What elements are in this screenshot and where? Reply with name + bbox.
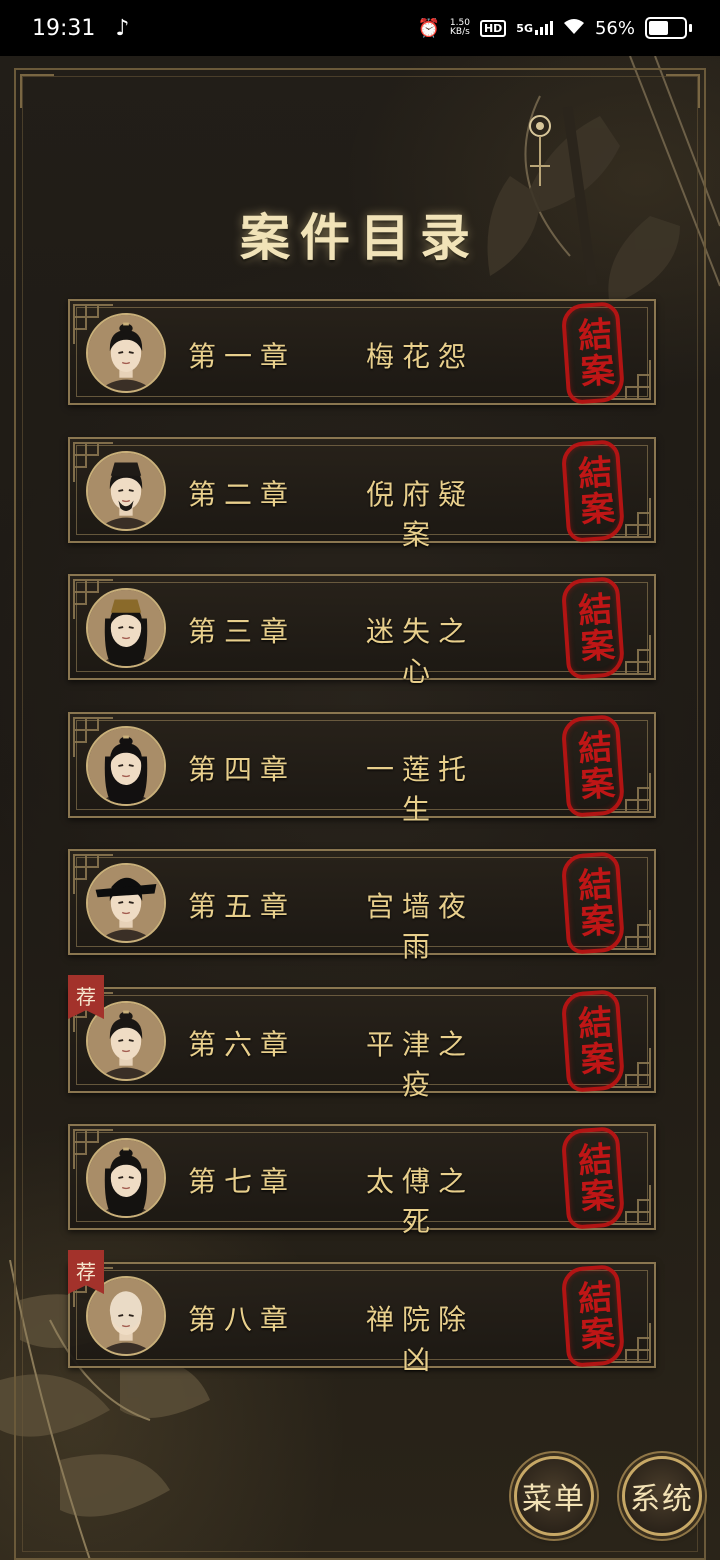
- chapter-row[interactable]: 第一章 梅花怨 結案: [68, 299, 656, 405]
- chapter-row[interactable]: 第二章 倪府疑案 結案: [68, 437, 656, 551]
- signal-icon: 5G: [516, 21, 553, 35]
- network-speed-unit: KB/s: [450, 27, 470, 37]
- battery-percent: 56%: [594, 17, 635, 39]
- chapter-row[interactable]: 第八章 禅院除凶 結案荐: [68, 1250, 656, 1376]
- stamp-text: 結案: [570, 865, 616, 941]
- case-closed-stamp: 結案: [560, 851, 626, 955]
- chapter-title: 宫墙夜雨: [365, 890, 474, 963]
- tiktok-icon: ♪: [115, 15, 130, 41]
- case-closed-stamp: 結案: [560, 989, 626, 1093]
- stamp-text: 結案: [570, 1003, 616, 1079]
- page-title: 案件目录: [240, 208, 480, 267]
- case-closed-stamp: 結案: [560, 714, 626, 818]
- chapter-row[interactable]: 第四章 一莲托生 結案: [68, 712, 656, 826]
- wifi-icon: [563, 17, 585, 40]
- hd-icon: HD: [479, 19, 507, 37]
- case-closed-stamp: 結案: [560, 576, 626, 680]
- chapter-title: 梅花怨: [365, 340, 474, 373]
- chapter-number: 第六章: [188, 1028, 297, 1061]
- chapter-number: 第一章: [188, 340, 297, 373]
- chapter-title: 一莲托生: [365, 753, 474, 826]
- chapter-title: 平津之疫: [365, 1028, 474, 1101]
- frame-corner-ornament: [666, 74, 700, 108]
- menu-button[interactable]: 菜单: [514, 1456, 594, 1536]
- stamp-text: 結案: [570, 453, 616, 529]
- chapter-number: 第五章: [188, 890, 297, 923]
- status-time: 19:31: [32, 15, 96, 41]
- chapter-row[interactable]: 第七章 太傅之死 結案: [68, 1124, 656, 1238]
- chapter-row[interactable]: 第六章 平津之疫 結案荐: [68, 975, 656, 1101]
- case-closed-stamp: 結案: [560, 439, 626, 543]
- chapter-number: 第三章: [188, 615, 297, 648]
- alarm-icon: ⏰: [417, 17, 440, 39]
- case-closed-stamp: 結案: [560, 301, 626, 405]
- character-avatar: [86, 451, 166, 531]
- chapter-title: 迷失之心: [365, 615, 474, 688]
- character-avatar: [86, 313, 166, 393]
- stamp-text: 結案: [570, 590, 616, 666]
- character-avatar: [86, 1138, 166, 1218]
- chapter-row[interactable]: 第三章 迷失之心 結案: [68, 574, 656, 688]
- stamp-text: 結案: [570, 1140, 616, 1216]
- chapter-number: 第七章: [188, 1165, 297, 1198]
- stamp-text: 結案: [570, 728, 616, 804]
- stamp-text: 結案: [570, 1278, 616, 1354]
- stamp-text: 結案: [570, 315, 616, 391]
- chapter-number: 第二章: [188, 478, 297, 511]
- character-avatar: [86, 588, 166, 668]
- character-avatar: [86, 726, 166, 806]
- case-closed-stamp: 結案: [560, 1126, 626, 1230]
- frame-corner-ornament: [20, 74, 54, 108]
- status-bar: 19:31 ♪ ⏰ 1.50 KB/s HD 5G 56%: [0, 0, 720, 56]
- chapter-title: 禅院除凶: [365, 1303, 474, 1376]
- system-button[interactable]: 系统: [622, 1456, 702, 1536]
- chapter-title: 倪府疑案: [365, 478, 474, 551]
- chapter-row[interactable]: 第五章 宫墙夜雨 結案: [68, 849, 656, 963]
- battery-icon: [645, 17, 692, 39]
- chapter-number: 第八章: [188, 1303, 297, 1336]
- signal-type: 5G: [516, 22, 533, 35]
- chapter-number: 第四章: [188, 753, 297, 786]
- case-closed-stamp: 結案: [560, 1264, 626, 1368]
- character-avatar: [86, 863, 166, 943]
- chapter-title: 太傅之死: [365, 1165, 474, 1238]
- network-speed: 1.50 KB/s: [450, 19, 470, 37]
